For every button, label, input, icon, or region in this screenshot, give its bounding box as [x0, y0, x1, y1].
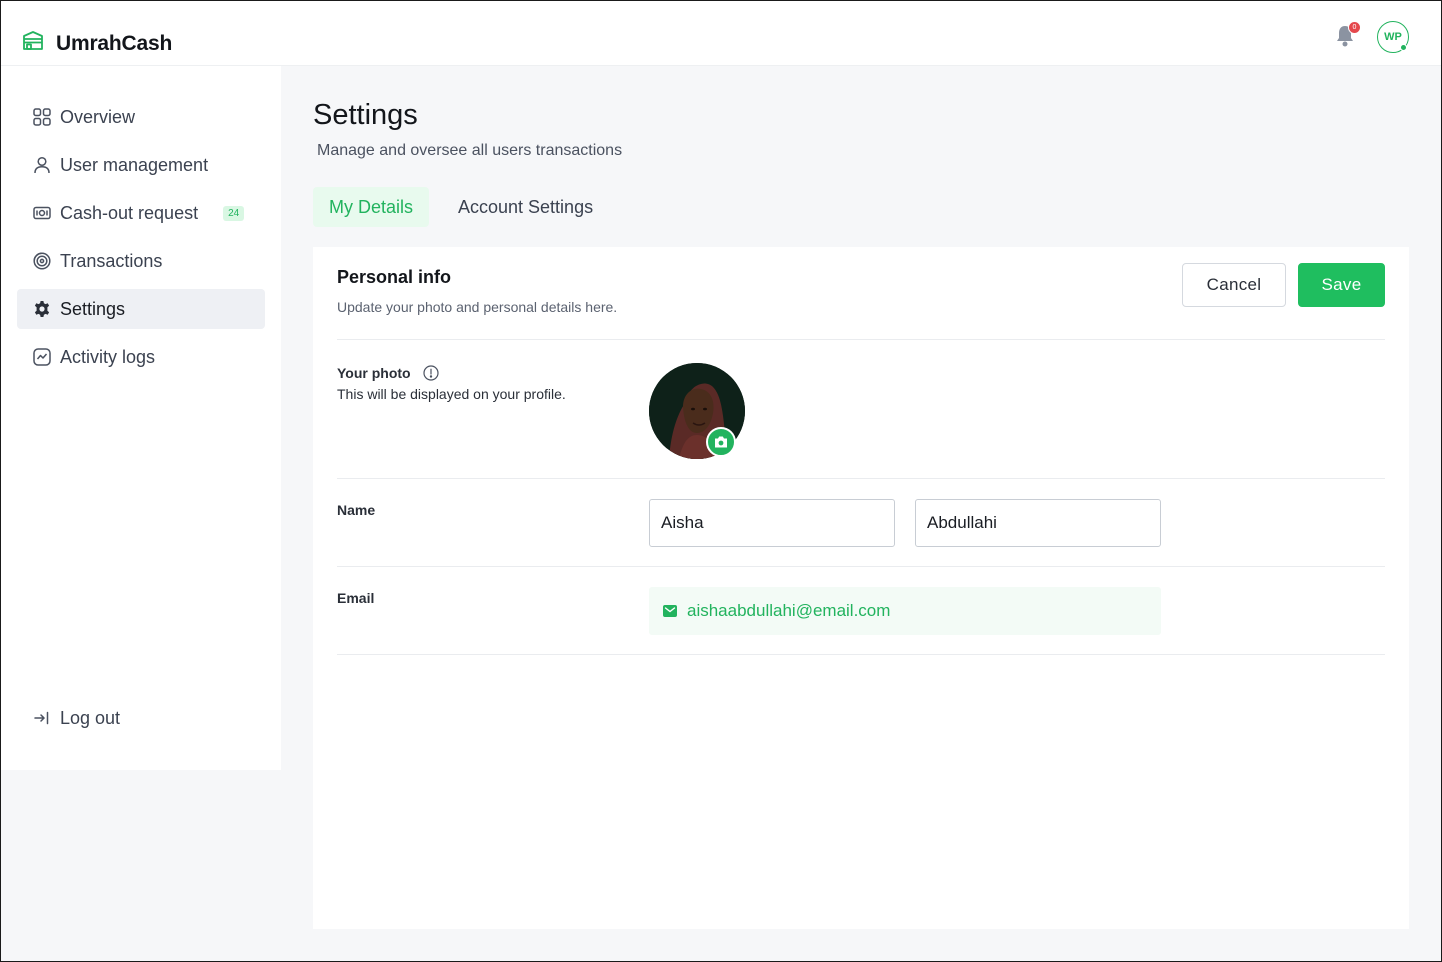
count-badge: 24 [223, 205, 245, 221]
last-name-input[interactable] [915, 499, 1161, 547]
user-avatar[interactable]: WP [1377, 21, 1409, 53]
sidebar-item-label: Overview [60, 106, 136, 127]
photo-label-row: Your photo [337, 365, 439, 381]
sidebar-item-label: Cash-out request [60, 202, 199, 223]
camera-icon [715, 436, 727, 448]
page-title: Settings [313, 99, 418, 131]
divider [337, 478, 1385, 479]
name-label: Name [337, 502, 376, 518]
sidebar-item-label: Activity logs [60, 346, 156, 367]
tab-my-details[interactable]: My Details [313, 187, 430, 227]
first-name-input[interactable] [649, 499, 895, 547]
mail-icon [663, 605, 677, 617]
tab-account-settings[interactable]: Account Settings [442, 187, 609, 227]
sidebar-item-label: Settings [60, 298, 126, 319]
sidebar-item-label: Transactions [60, 250, 163, 271]
sidebar-item-cash-out-request[interactable]: Cash-out request 24 [17, 193, 265, 233]
notification-badge: 0 [1348, 21, 1361, 34]
divider [337, 566, 1385, 567]
sidebar-item-transactions[interactable]: Transactions [17, 241, 265, 281]
sidebar-item-user-management[interactable]: User management [17, 145, 265, 185]
profile-photo[interactable] [649, 363, 745, 459]
sidebar-item-label: User management [60, 154, 209, 175]
top-bar: UmrahCash 0 WP [0, 0, 1442, 66]
activity-icon [33, 348, 51, 366]
section-title: Personal info [337, 267, 452, 287]
sidebar-item-activity-logs[interactable]: Activity logs [17, 337, 265, 377]
email-label: Email [337, 590, 375, 606]
divider [337, 339, 1385, 340]
cancel-button[interactable]: Cancel [1182, 263, 1286, 307]
online-indicator [1400, 44, 1407, 51]
app-name: UmrahCash [56, 31, 173, 55]
photo-help-text: This will be displayed on your profile. [337, 386, 566, 402]
section-subtitle: Update your photo and personal details h… [337, 299, 618, 315]
user-icon [33, 156, 51, 174]
logout-button[interactable]: Log out [17, 698, 265, 738]
save-button[interactable]: Save [1298, 263, 1385, 307]
user-initials: WP [1384, 31, 1402, 43]
logo-icon [21, 29, 45, 58]
cash-icon [33, 204, 51, 222]
change-photo-button[interactable] [706, 427, 736, 457]
personal-info-card: Personal info Update your photo and pers… [313, 247, 1409, 929]
notification-button[interactable]: 0 [1334, 21, 1361, 48]
page-subtitle: Manage and oversee all users transaction… [317, 142, 623, 159]
brand[interactable]: UmrahCash [21, 29, 172, 58]
email-value: aishaabdullahi@email.com [687, 601, 891, 620]
transactions-icon [33, 252, 51, 270]
info-icon[interactable] [422, 365, 439, 381]
logout-label: Log out [60, 707, 121, 728]
gear-icon [33, 300, 51, 318]
photo-label: Your photo [337, 365, 411, 381]
sidebar-item-overview[interactable]: Overview [17, 97, 265, 137]
email-field[interactable]: aishaabdullahi@email.com [649, 587, 1161, 635]
logout-icon [33, 709, 51, 727]
sidebar: Overview User management Cash-out reques… [0, 66, 281, 770]
grid-icon [33, 108, 51, 126]
divider [337, 654, 1385, 655]
sidebar-item-settings[interactable]: Settings [17, 289, 265, 329]
